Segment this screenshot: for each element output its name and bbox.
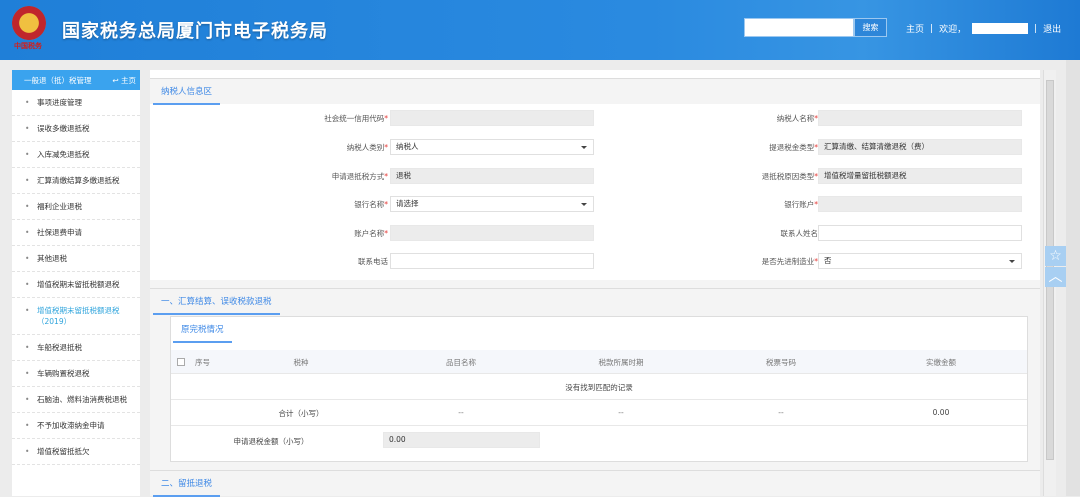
search-input[interactable] xyxy=(744,18,854,37)
select-field[interactable]: 请选择 xyxy=(390,196,594,212)
input-field[interactable] xyxy=(390,253,594,269)
favorite-star-icon[interactable]: ☆ xyxy=(1045,246,1066,266)
sidebar-item[interactable]: 福利企业退税 xyxy=(12,194,140,220)
total-cell: 0.00 xyxy=(932,408,950,417)
sidebar-item[interactable]: 车辆购置税退税 xyxy=(12,361,140,387)
input-field[interactable] xyxy=(818,225,1022,241)
sidebar: 一般退（抵）税管理 ↩ 主页 事项进度管理误收多缴退抵税入库减免退抵税汇算清缴结… xyxy=(12,70,140,496)
total-cell: -- xyxy=(778,408,784,417)
sidebar-item[interactable]: 事项进度管理 xyxy=(12,90,140,116)
welcome-text: 欢迎， xyxy=(939,25,967,35)
back-to-top-icon[interactable]: ︿ xyxy=(1045,267,1066,287)
select-field[interactable]: 否 xyxy=(818,253,1022,269)
chevron-down-icon xyxy=(1009,260,1015,266)
field-label: 银行账户* xyxy=(784,200,818,209)
sidebar-item[interactable]: 车船税退抵税 xyxy=(12,335,140,361)
input-field[interactable] xyxy=(390,110,594,126)
taxpayer-info-card: 纳税人信息区 社会统一信用代码* 纳税人类别* 纳税人申请退抵税方式* 退税银行名称*… xyxy=(150,70,1040,280)
tax-emblem-logo xyxy=(12,6,46,40)
sidebar-item[interactable]: 增值税期末留抵税额退税 xyxy=(12,272,140,298)
field-label: 社会统一信用代码* xyxy=(324,114,388,123)
username-box xyxy=(972,23,1029,34)
tab-original-tax[interactable]: 原完税情况 xyxy=(173,317,232,343)
field-label: 提退税金类型* xyxy=(769,143,818,152)
section2-title: 二、留抵退税 xyxy=(153,471,221,497)
empty-message: 没有找到匹配的记录 xyxy=(565,383,633,392)
search-button[interactable]: 搜索 xyxy=(854,18,887,37)
col-header: 税种 xyxy=(293,358,309,367)
sidebar-item[interactable]: 增值税留抵抵欠 xyxy=(12,439,140,465)
sidebar-item[interactable]: 其他退税 xyxy=(12,246,140,272)
field-label: 是否先进制造业* xyxy=(761,257,818,266)
site-title: 国家税务总局厦门市电子税务局 xyxy=(62,21,328,42)
sidebar-home-link[interactable]: ↩ 主页 xyxy=(112,75,136,86)
col-header: 实缴金额 xyxy=(926,358,956,367)
sidebar-item[interactable]: 不予加收滞纳金申请 xyxy=(12,413,140,439)
sidebar-item[interactable]: 汇算清缴结算多缴退抵税 xyxy=(12,168,140,194)
sidebar-header: 一般退（抵）税管理 ↩ 主页 xyxy=(12,70,140,90)
field-label: 联系电话 xyxy=(358,257,388,266)
select-field[interactable]: 纳税人 xyxy=(390,139,594,155)
total-row: 合计（小写） -- -- -- 0.00 xyxy=(171,400,1027,426)
col-header: 品目名称 xyxy=(446,358,476,367)
input-field[interactable] xyxy=(818,196,1022,212)
chevron-down-icon xyxy=(581,146,587,152)
field-label: 银行名称* xyxy=(354,200,388,209)
field-label: 账户名称* xyxy=(354,229,388,238)
input-field[interactable]: 增值税增量留抵税额退税 xyxy=(818,168,1022,184)
sidebar-item[interactable]: 社保退费申请 xyxy=(12,220,140,246)
original-tax-panel: 原完税情况 序号 税种 品目名称 税款所属时期 税票号码 实缴金额 没有找到匹配… xyxy=(170,316,1028,462)
field-label: 纳税人类别* xyxy=(346,143,388,152)
field-label: 退抵税原因类型* xyxy=(761,172,818,181)
table-header: 序号 税种 品目名称 税款所属时期 税票号码 实缴金额 xyxy=(171,350,1027,374)
logout-link[interactable]: 退出 xyxy=(1043,22,1061,35)
total-cell: -- xyxy=(458,408,464,417)
tab-taxpayer-info[interactable]: 纳税人信息区 xyxy=(153,79,221,105)
field-label: 纳税人名称* xyxy=(776,114,818,123)
main-content: 纳税人信息区 社会统一信用代码* 纳税人类别* 纳税人申请退抵税方式* 退税银行名称*… xyxy=(150,70,1040,497)
window-scrollbar[interactable] xyxy=(1066,60,1080,496)
select-all-checkbox[interactable] xyxy=(177,358,185,366)
sidebar-item[interactable]: 石脑油、燃料油消费税退税 xyxy=(12,387,140,413)
col-header: 税款所属时期 xyxy=(598,358,644,367)
table-row: 没有找到匹配的记录 xyxy=(171,374,1027,400)
input-field[interactable] xyxy=(390,225,594,241)
input-field[interactable]: 汇算清缴、结算清缴退税（费） xyxy=(818,139,1022,155)
sidebar-item[interactable]: 增值税期末留抵税额退税（2019） xyxy=(12,298,140,335)
total-cell: -- xyxy=(618,408,624,417)
total-label: 合计（小写） xyxy=(278,409,324,418)
sidebar-title: 一般退（抵）税管理 xyxy=(24,75,92,85)
apply-amount-field[interactable]: 0.00 xyxy=(383,432,540,448)
emblem-text: 中国税务 xyxy=(14,41,42,50)
chevron-down-icon xyxy=(581,203,587,209)
back-arrow-icon: ↩ xyxy=(112,75,121,85)
section1-title: 一、汇算结算、误收税款退税 xyxy=(153,289,280,315)
field-label: 申请退抵税方式* xyxy=(331,172,388,181)
header: 中国税务 国家税务总局厦门市电子税务局 搜索 主页 | 欢迎， | 退出 xyxy=(0,0,1080,60)
input-field[interactable] xyxy=(818,110,1022,126)
field-label: 联系人姓名 xyxy=(780,229,819,238)
sidebar-item[interactable]: 入库减免退抵税 xyxy=(12,142,140,168)
sidebar-item[interactable]: 误收多缴退抵税 xyxy=(12,116,140,142)
apply-amount-label: 申请退税金额（小写） xyxy=(233,437,309,446)
col-header: 税票号码 xyxy=(766,358,796,367)
input-field[interactable]: 退税 xyxy=(390,168,594,184)
home-link[interactable]: 主页 xyxy=(906,22,924,35)
col-header: 序号 xyxy=(195,358,210,367)
